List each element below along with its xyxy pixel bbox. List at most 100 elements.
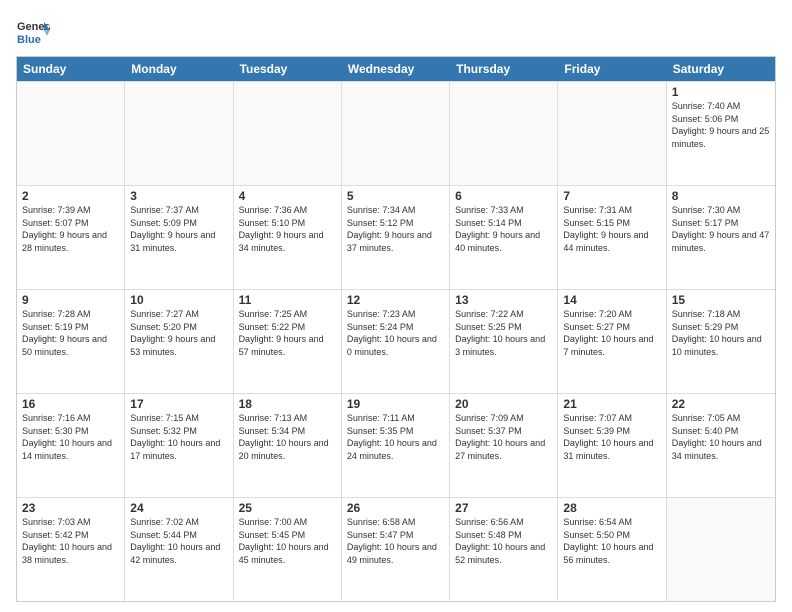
day-info: Sunrise: 7:27 AM Sunset: 5:20 PM Dayligh…	[130, 308, 227, 358]
day-info: Sunrise: 7:28 AM Sunset: 5:19 PM Dayligh…	[22, 308, 119, 358]
day-number: 12	[347, 293, 444, 307]
empty-cell	[450, 82, 558, 185]
day-cell-18: 18Sunrise: 7:13 AM Sunset: 5:34 PM Dayli…	[234, 394, 342, 497]
day-info: Sunrise: 6:58 AM Sunset: 5:47 PM Dayligh…	[347, 516, 444, 566]
day-cell-26: 26Sunrise: 6:58 AM Sunset: 5:47 PM Dayli…	[342, 498, 450, 601]
day-info: Sunrise: 7:22 AM Sunset: 5:25 PM Dayligh…	[455, 308, 552, 358]
day-cell-12: 12Sunrise: 7:23 AM Sunset: 5:24 PM Dayli…	[342, 290, 450, 393]
day-cell-16: 16Sunrise: 7:16 AM Sunset: 5:30 PM Dayli…	[17, 394, 125, 497]
header-cell-friday: Friday	[558, 57, 666, 81]
empty-cell	[125, 82, 233, 185]
day-info: Sunrise: 6:54 AM Sunset: 5:50 PM Dayligh…	[563, 516, 660, 566]
calendar-row: 23Sunrise: 7:03 AM Sunset: 5:42 PM Dayli…	[17, 497, 775, 601]
svg-text:Blue: Blue	[17, 34, 41, 46]
day-info: Sunrise: 7:02 AM Sunset: 5:44 PM Dayligh…	[130, 516, 227, 566]
day-number: 25	[239, 501, 336, 515]
day-number: 6	[455, 189, 552, 203]
header-cell-thursday: Thursday	[450, 57, 558, 81]
day-cell-22: 22Sunrise: 7:05 AM Sunset: 5:40 PM Dayli…	[667, 394, 775, 497]
day-cell-25: 25Sunrise: 7:00 AM Sunset: 5:45 PM Dayli…	[234, 498, 342, 601]
empty-cell	[667, 498, 775, 601]
day-info: Sunrise: 6:56 AM Sunset: 5:48 PM Dayligh…	[455, 516, 552, 566]
logo-svg: General Blue	[16, 16, 50, 50]
logo-graphic: General Blue	[16, 16, 50, 50]
day-cell-28: 28Sunrise: 6:54 AM Sunset: 5:50 PM Dayli…	[558, 498, 666, 601]
day-number: 28	[563, 501, 660, 515]
day-cell-6: 6Sunrise: 7:33 AM Sunset: 5:14 PM Daylig…	[450, 186, 558, 289]
day-info: Sunrise: 7:18 AM Sunset: 5:29 PM Dayligh…	[672, 308, 770, 358]
day-number: 8	[672, 189, 770, 203]
page-container: General Blue SundayMondayTuesdayWednesda…	[0, 0, 792, 612]
day-number: 14	[563, 293, 660, 307]
day-info: Sunrise: 7:15 AM Sunset: 5:32 PM Dayligh…	[130, 412, 227, 462]
day-cell-27: 27Sunrise: 6:56 AM Sunset: 5:48 PM Dayli…	[450, 498, 558, 601]
day-number: 13	[455, 293, 552, 307]
day-info: Sunrise: 7:16 AM Sunset: 5:30 PM Dayligh…	[22, 412, 119, 462]
day-number: 17	[130, 397, 227, 411]
calendar: SundayMondayTuesdayWednesdayThursdayFrid…	[16, 56, 776, 602]
day-cell-10: 10Sunrise: 7:27 AM Sunset: 5:20 PM Dayli…	[125, 290, 233, 393]
header-cell-wednesday: Wednesday	[342, 57, 450, 81]
day-cell-21: 21Sunrise: 7:07 AM Sunset: 5:39 PM Dayli…	[558, 394, 666, 497]
day-cell-7: 7Sunrise: 7:31 AM Sunset: 5:15 PM Daylig…	[558, 186, 666, 289]
day-info: Sunrise: 7:23 AM Sunset: 5:24 PM Dayligh…	[347, 308, 444, 358]
day-info: Sunrise: 7:00 AM Sunset: 5:45 PM Dayligh…	[239, 516, 336, 566]
calendar-header: SundayMondayTuesdayWednesdayThursdayFrid…	[17, 57, 775, 81]
day-cell-8: 8Sunrise: 7:30 AM Sunset: 5:17 PM Daylig…	[667, 186, 775, 289]
header-cell-sunday: Sunday	[17, 57, 125, 81]
day-info: Sunrise: 7:25 AM Sunset: 5:22 PM Dayligh…	[239, 308, 336, 358]
day-info: Sunrise: 7:30 AM Sunset: 5:17 PM Dayligh…	[672, 204, 770, 254]
calendar-row: 1Sunrise: 7:40 AM Sunset: 5:06 PM Daylig…	[17, 81, 775, 185]
day-number: 20	[455, 397, 552, 411]
day-number: 10	[130, 293, 227, 307]
day-cell-17: 17Sunrise: 7:15 AM Sunset: 5:32 PM Dayli…	[125, 394, 233, 497]
header-cell-monday: Monday	[125, 57, 233, 81]
day-info: Sunrise: 7:33 AM Sunset: 5:14 PM Dayligh…	[455, 204, 552, 254]
logo: General Blue	[16, 16, 50, 50]
day-cell-13: 13Sunrise: 7:22 AM Sunset: 5:25 PM Dayli…	[450, 290, 558, 393]
day-number: 18	[239, 397, 336, 411]
day-info: Sunrise: 7:36 AM Sunset: 5:10 PM Dayligh…	[239, 204, 336, 254]
day-number: 2	[22, 189, 119, 203]
day-number: 27	[455, 501, 552, 515]
day-cell-4: 4Sunrise: 7:36 AM Sunset: 5:10 PM Daylig…	[234, 186, 342, 289]
header-cell-tuesday: Tuesday	[234, 57, 342, 81]
day-cell-20: 20Sunrise: 7:09 AM Sunset: 5:37 PM Dayli…	[450, 394, 558, 497]
day-info: Sunrise: 7:20 AM Sunset: 5:27 PM Dayligh…	[563, 308, 660, 358]
day-number: 1	[672, 85, 770, 99]
day-cell-19: 19Sunrise: 7:11 AM Sunset: 5:35 PM Dayli…	[342, 394, 450, 497]
day-number: 22	[672, 397, 770, 411]
day-info: Sunrise: 7:39 AM Sunset: 5:07 PM Dayligh…	[22, 204, 119, 254]
day-info: Sunrise: 7:13 AM Sunset: 5:34 PM Dayligh…	[239, 412, 336, 462]
day-cell-1: 1Sunrise: 7:40 AM Sunset: 5:06 PM Daylig…	[667, 82, 775, 185]
calendar-row: 16Sunrise: 7:16 AM Sunset: 5:30 PM Dayli…	[17, 393, 775, 497]
day-cell-14: 14Sunrise: 7:20 AM Sunset: 5:27 PM Dayli…	[558, 290, 666, 393]
day-info: Sunrise: 7:31 AM Sunset: 5:15 PM Dayligh…	[563, 204, 660, 254]
day-number: 3	[130, 189, 227, 203]
empty-cell	[234, 82, 342, 185]
empty-cell	[342, 82, 450, 185]
day-number: 5	[347, 189, 444, 203]
day-cell-15: 15Sunrise: 7:18 AM Sunset: 5:29 PM Dayli…	[667, 290, 775, 393]
header: General Blue	[16, 16, 776, 50]
day-number: 4	[239, 189, 336, 203]
day-number: 19	[347, 397, 444, 411]
day-info: Sunrise: 7:05 AM Sunset: 5:40 PM Dayligh…	[672, 412, 770, 462]
day-info: Sunrise: 7:37 AM Sunset: 5:09 PM Dayligh…	[130, 204, 227, 254]
empty-cell	[558, 82, 666, 185]
day-number: 23	[22, 501, 119, 515]
day-cell-5: 5Sunrise: 7:34 AM Sunset: 5:12 PM Daylig…	[342, 186, 450, 289]
day-cell-2: 2Sunrise: 7:39 AM Sunset: 5:07 PM Daylig…	[17, 186, 125, 289]
calendar-body: 1Sunrise: 7:40 AM Sunset: 5:06 PM Daylig…	[17, 81, 775, 601]
day-number: 24	[130, 501, 227, 515]
day-info: Sunrise: 7:11 AM Sunset: 5:35 PM Dayligh…	[347, 412, 444, 462]
day-cell-24: 24Sunrise: 7:02 AM Sunset: 5:44 PM Dayli…	[125, 498, 233, 601]
header-cell-saturday: Saturday	[667, 57, 775, 81]
day-number: 16	[22, 397, 119, 411]
day-number: 7	[563, 189, 660, 203]
day-number: 11	[239, 293, 336, 307]
day-info: Sunrise: 7:03 AM Sunset: 5:42 PM Dayligh…	[22, 516, 119, 566]
day-info: Sunrise: 7:07 AM Sunset: 5:39 PM Dayligh…	[563, 412, 660, 462]
day-info: Sunrise: 7:40 AM Sunset: 5:06 PM Dayligh…	[672, 100, 770, 150]
day-info: Sunrise: 7:09 AM Sunset: 5:37 PM Dayligh…	[455, 412, 552, 462]
